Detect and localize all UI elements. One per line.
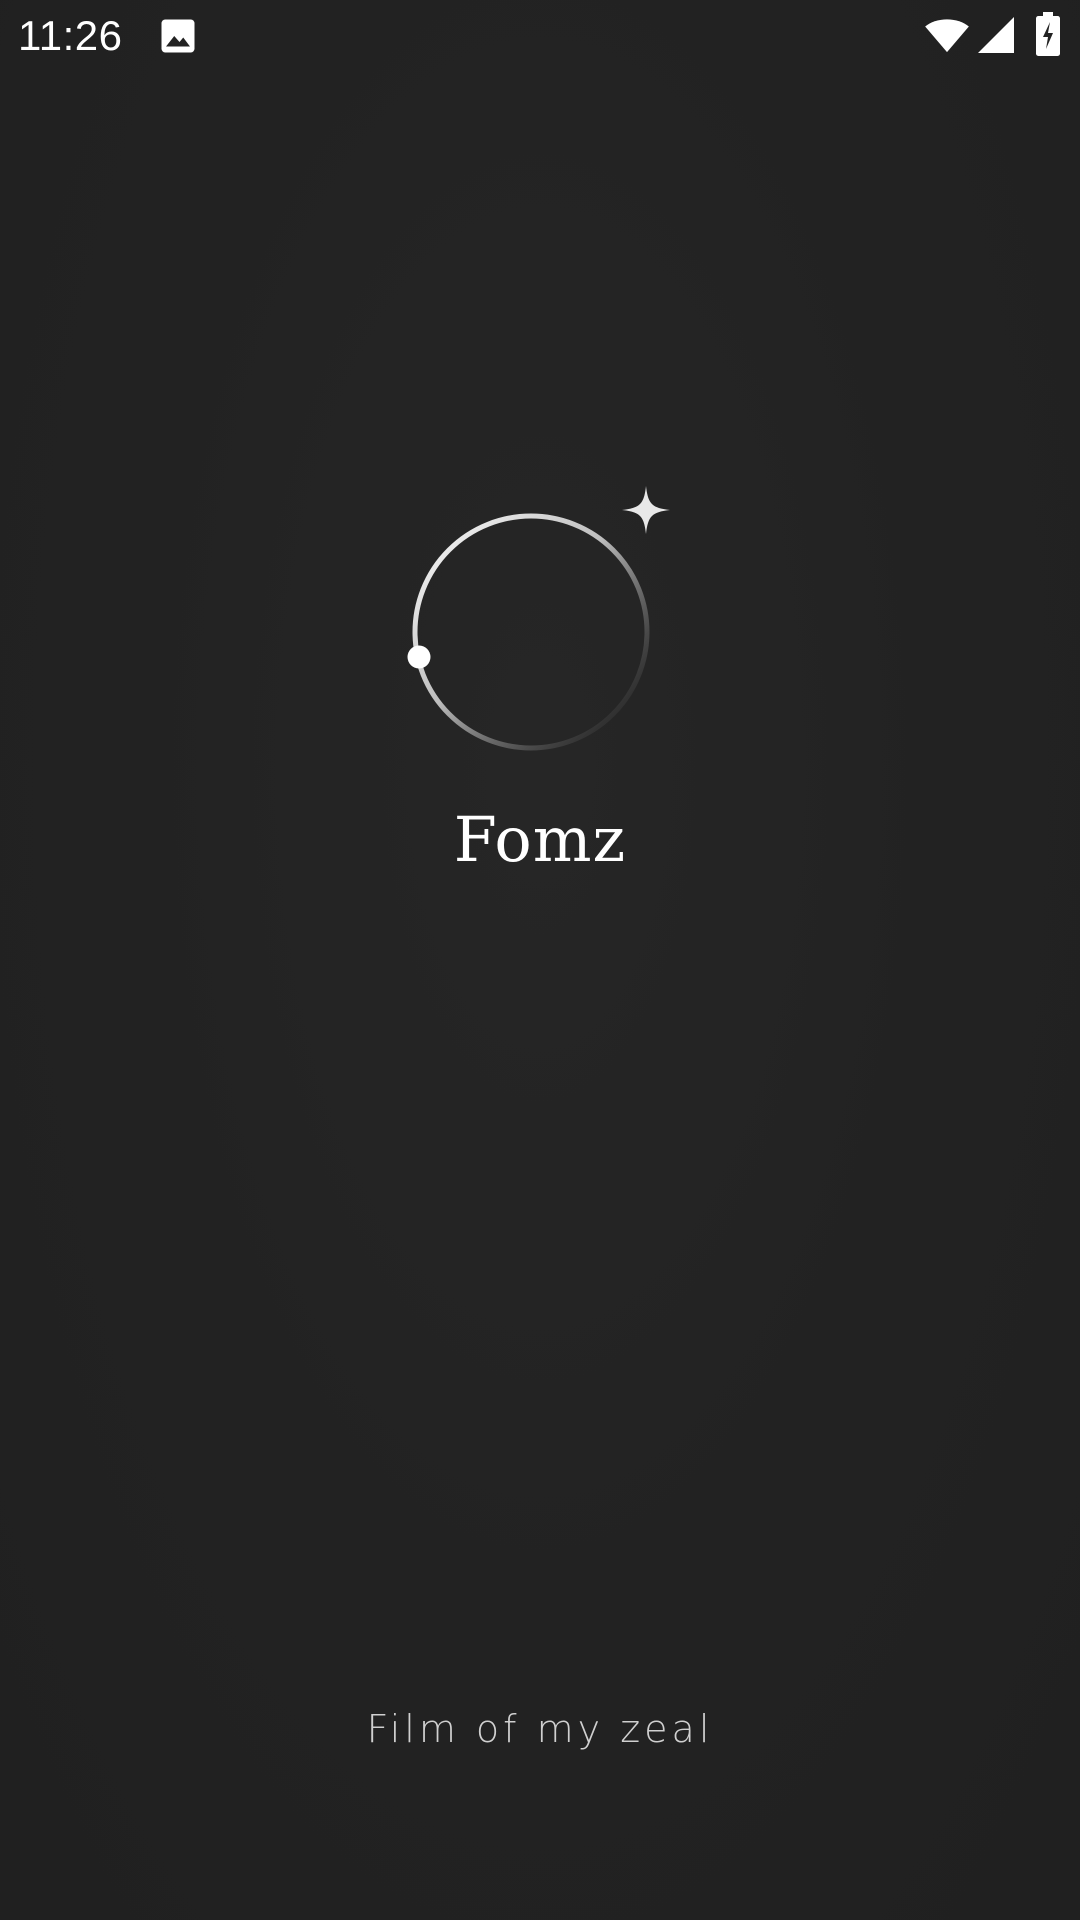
battery-charging-icon (1036, 12, 1060, 56)
status-bar: 11:26 (0, 0, 1080, 72)
gallery-icon (161, 19, 195, 53)
wifi-icon (925, 19, 969, 53)
app-name: Fomz (453, 803, 627, 876)
orbit-ring-with-sparkle-icon (407, 486, 670, 751)
tagline: Film of my zeal (366, 1707, 714, 1751)
status-time: 11:26 (18, 12, 123, 59)
splash-screen: 11:26 Fomz Film of my zeal (0, 0, 1080, 1920)
cell-signal-icon (978, 17, 1014, 53)
